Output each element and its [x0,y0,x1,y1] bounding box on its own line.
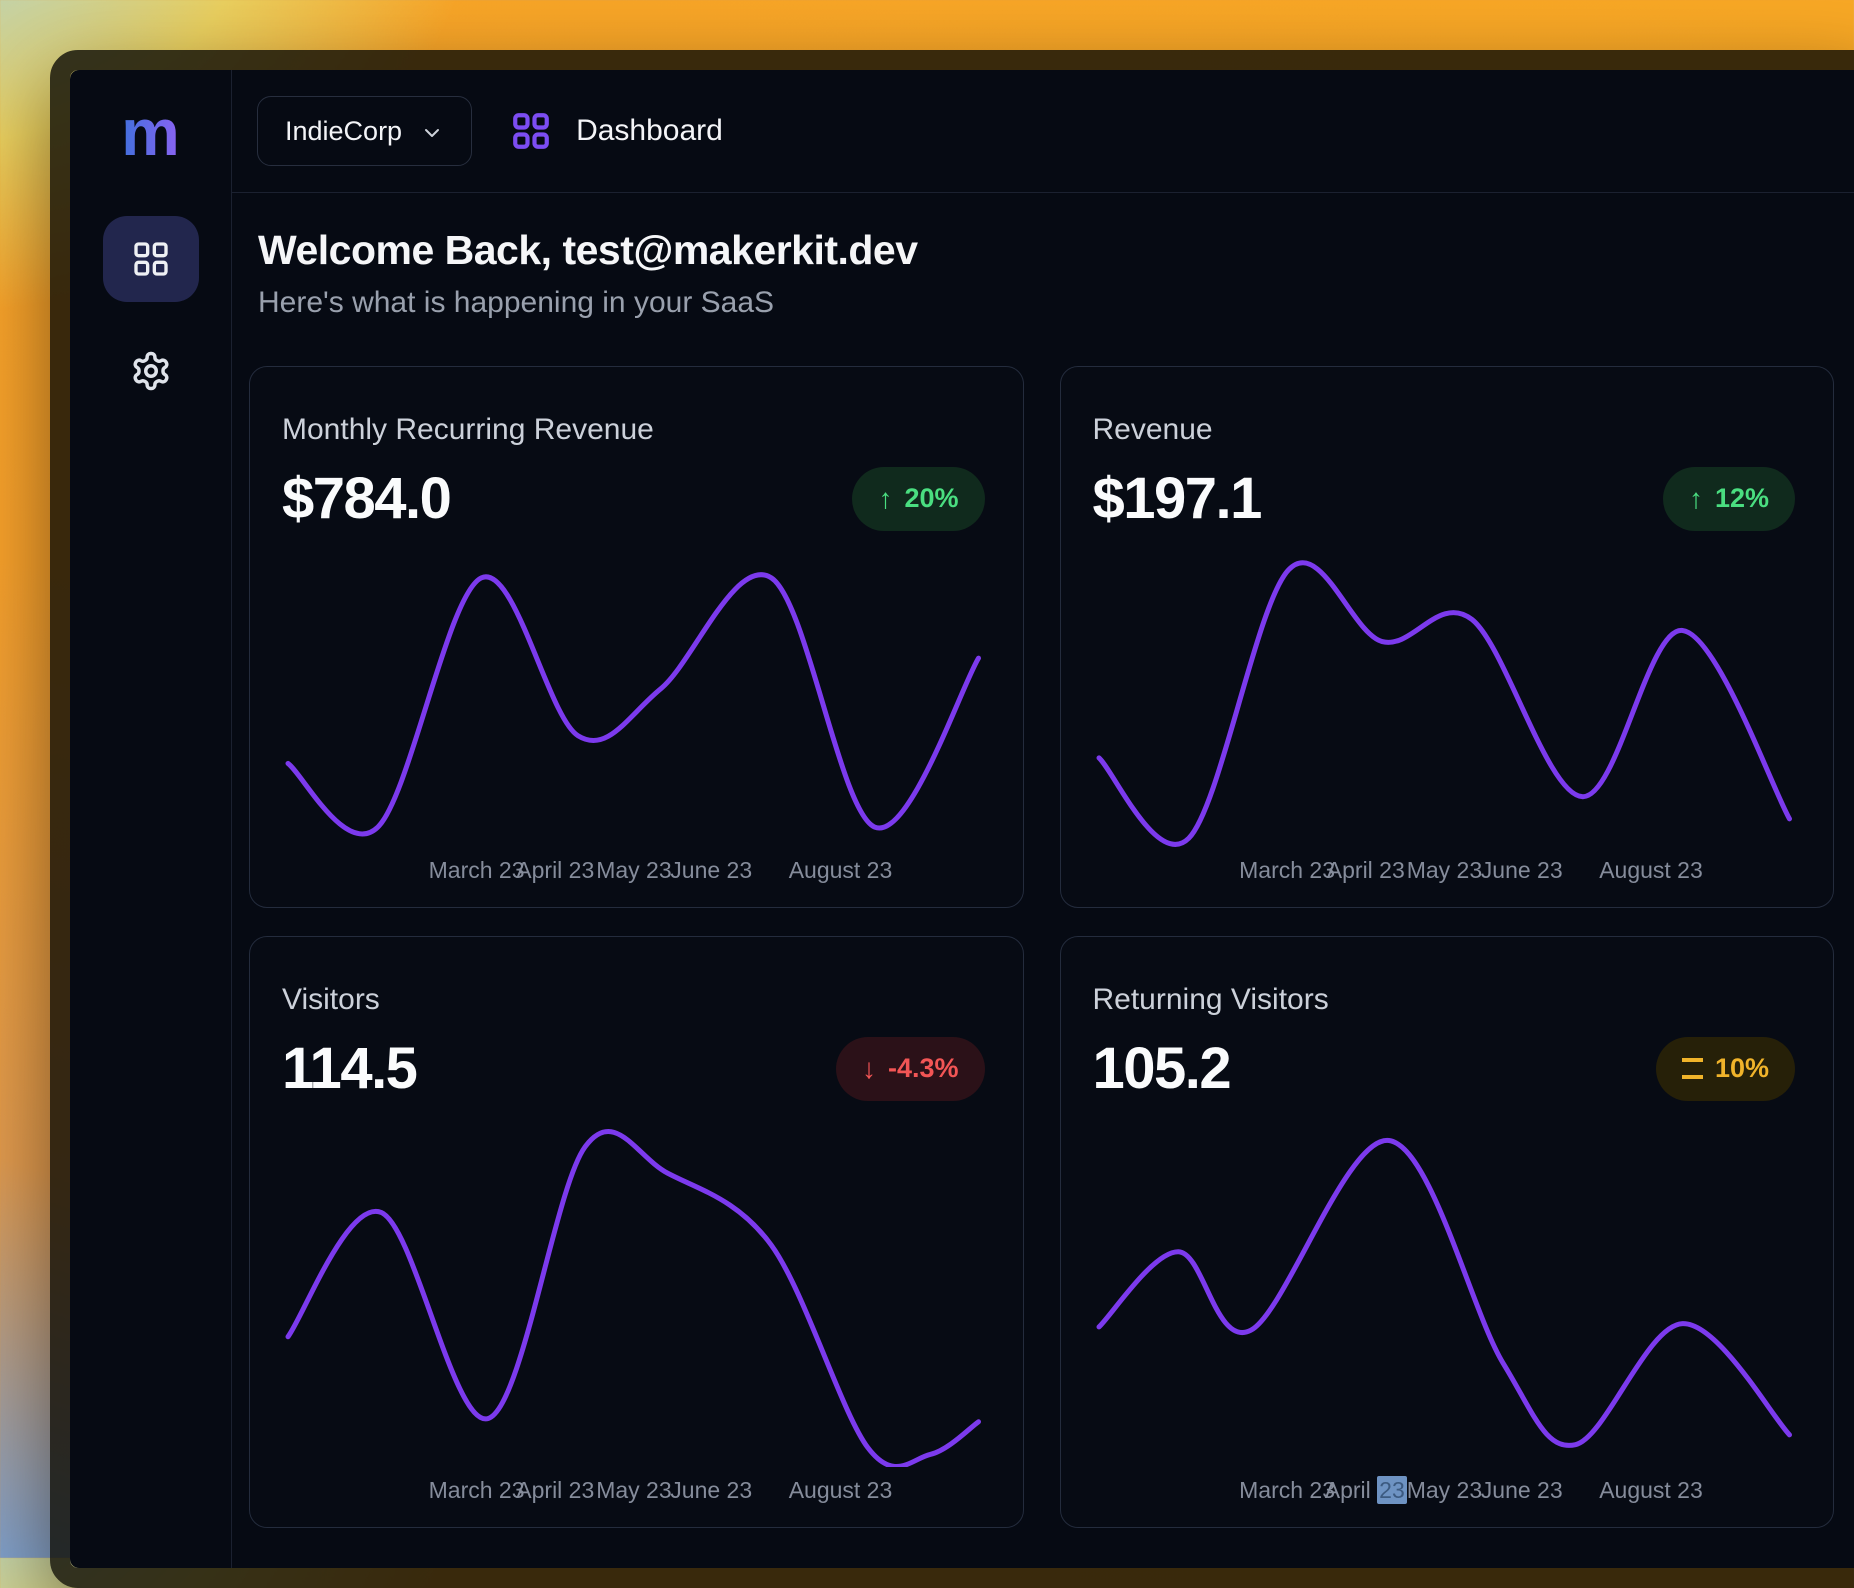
card-value-row: $197.1 ↑ 12% [1093,465,1796,532]
x-axis-label: August 23 [789,1477,893,1504]
trend-label: 10% [1715,1053,1769,1084]
x-axis-labels: March 23April 23May 23June 23 August 23 [282,857,985,887]
trend-badge: ↓ -4.3% [836,1037,985,1101]
arrow-up-icon: ↑ [878,485,892,513]
x-axis-label: August 23 [1599,857,1703,884]
welcome-subheading: Here's what is happening in your SaaS [258,286,1832,320]
x-axis-label: March 23 [1239,857,1335,884]
metric-card: Monthly Recurring Revenue $784.0 ↑ 20% M… [249,366,1024,908]
sidebar-item-dashboard[interactable] [103,216,199,302]
card-title: Returning Visitors [1093,983,1796,1017]
chart-area: March 23April 23May 23June 23 August 23 [282,558,985,887]
x-axis-label: May 23 [596,857,671,884]
x-axis-labels: March 23April 23May 23June 23 August 23 [282,1477,985,1507]
line-chart [282,558,985,847]
x-axis-label: June 23 [1481,1477,1563,1504]
selected-text: 23 [1377,1476,1407,1504]
card-title: Visitors [282,983,985,1017]
x-axis-label: April 23 [516,857,594,884]
chart-area: March 23April 23May 23June 23 August 23 [282,1128,985,1507]
gear-icon [130,350,172,392]
x-axis-label: May 23 [596,1477,671,1504]
trend-label: -4.3% [888,1053,959,1084]
card-value: 105.2 [1093,1035,1231,1102]
main-area: IndieCorp Dashboard Welcome [232,70,1854,1568]
card-value-row: 114.5 ↓ -4.3% [282,1035,985,1102]
line-chart [1093,558,1796,847]
trend-label: 20% [904,483,958,514]
cards-grid: Monthly Recurring Revenue $784.0 ↑ 20% M… [249,366,1834,1528]
card-title: Monthly Recurring Revenue [282,413,985,447]
x-axis-label: August 23 [789,857,893,884]
trend-badge: ↑ 20% [852,467,984,531]
x-axis-label: March 23 [429,857,525,884]
workspace-name: IndieCorp [285,116,402,147]
card-title: Revenue [1093,413,1796,447]
welcome-block: Welcome Back, test@makerkit.dev Here's w… [258,227,1832,320]
trend-label: 12% [1715,483,1769,514]
x-axis-label: April 23 [1325,1477,1407,1504]
workspace-selector-button[interactable]: IndieCorp [257,96,472,166]
card-value-row: 105.2 10% [1093,1035,1796,1102]
card-value: 114.5 [282,1035,416,1102]
app-window-content: m [70,70,1854,1568]
x-axis-labels: March 23April 23May 23June 23 August 23 [1093,1477,1796,1507]
x-axis-label: August 23 [1599,1477,1703,1504]
card-value: $784.0 [282,465,450,532]
arrow-up-icon: ↑ [1689,485,1703,513]
line-chart [282,1128,985,1467]
equal-icon [1682,1058,1703,1079]
metric-card: Revenue $197.1 ↑ 12% March 23April 23May… [1060,366,1835,908]
x-axis-label: May 23 [1407,1477,1482,1504]
page-header: Dashboard [510,110,723,152]
chevron-down-icon [420,121,444,145]
x-axis-labels: March 23April 23May 23June 23 August 23 [1093,857,1796,887]
x-axis-label: March 23 [429,1477,525,1504]
trend-badge: ↑ 12% [1663,467,1795,531]
metric-card: Returning Visitors 105.2 10% March 23Apr… [1060,936,1835,1528]
app-window: m [50,50,1854,1588]
topbar: IndieCorp Dashboard [232,70,1854,193]
x-axis-label: June 23 [670,1477,752,1504]
trend-badge: 10% [1656,1037,1795,1101]
x-axis-label: June 23 [670,857,752,884]
chart-area: March 23April 23May 23June 23 August 23 [1093,1128,1796,1507]
layout-grid-icon [510,110,552,152]
layout-grid-icon [131,239,171,279]
metric-card: Visitors 114.5 ↓ -4.3% March 23April 23M… [249,936,1024,1528]
makerkit-logo: m [121,100,180,168]
welcome-heading: Welcome Back, test@makerkit.dev [258,227,1832,274]
card-value: $197.1 [1093,465,1261,532]
line-chart [1093,1128,1796,1467]
page-title: Dashboard [576,114,723,148]
x-axis-label: April 23 [1327,857,1405,884]
x-axis-label: March 23 [1239,1477,1335,1504]
sidebar-item-settings[interactable] [103,328,199,414]
x-axis-label: April 23 [516,1477,594,1504]
sidebar: m [70,70,232,1568]
x-axis-label: May 23 [1407,857,1482,884]
x-axis-label: June 23 [1481,857,1563,884]
card-value-row: $784.0 ↑ 20% [282,465,985,532]
chart-area: March 23April 23May 23June 23 August 23 [1093,558,1796,887]
arrow-down-icon: ↓ [862,1055,876,1083]
